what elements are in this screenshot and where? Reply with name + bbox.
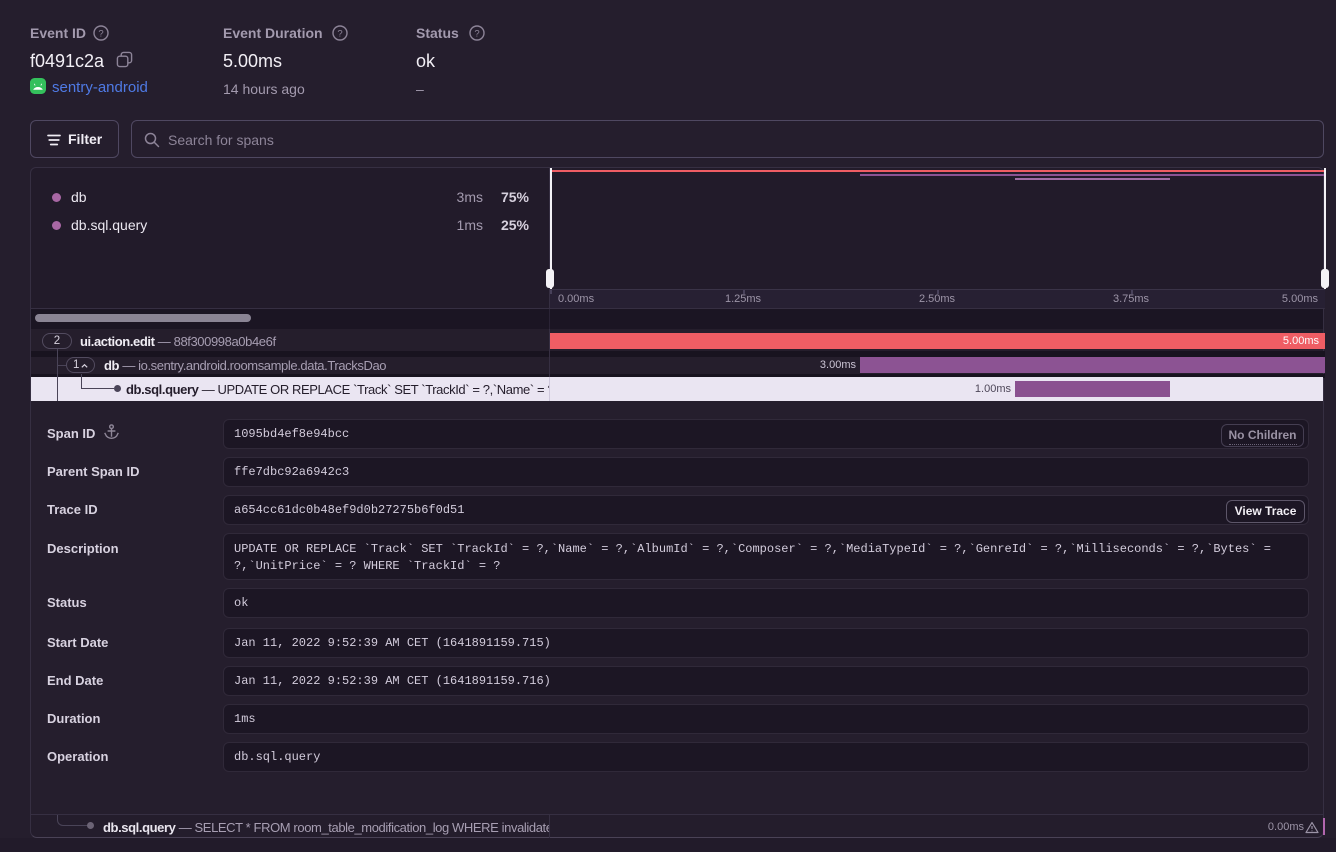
svg-text:?: ? — [98, 28, 103, 39]
svg-text:?: ? — [337, 28, 342, 39]
svg-text:?: ? — [474, 28, 479, 39]
